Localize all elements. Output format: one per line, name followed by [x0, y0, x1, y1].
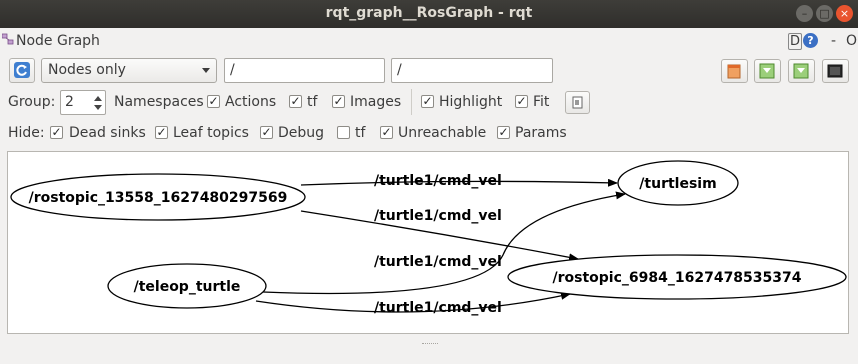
node-label: /rostopic_13558_1627480297569: [29, 190, 288, 206]
ros-graph[interactable]: /turtle1/cmd_vel /turtle1/cmd_vel /turtl…: [8, 152, 848, 333]
graph-canvas[interactable]: /turtle1/cmd_vel /turtle1/cmd_vel /turtl…: [7, 151, 849, 334]
refresh-button[interactable]: [9, 58, 35, 83]
plugin-header: Node Graph D ? - O: [0, 28, 858, 54]
params-checkbox[interactable]: ✓: [497, 126, 510, 139]
minimize-window-icon[interactable]: –: [796, 5, 813, 22]
actions-label: Actions: [225, 94, 277, 110]
node-label: /rostopic_6984_1627478535374: [553, 270, 802, 286]
dead-sinks-checkbox[interactable]: ✓: [50, 126, 63, 139]
hide-tf-label: tf: [355, 125, 366, 141]
resize-grip[interactable]: [422, 343, 438, 347]
leaf-topics-checkbox[interactable]: ✓: [155, 126, 168, 139]
graph-mode-value: Nodes only: [48, 62, 126, 78]
toolbar-divider: [411, 89, 412, 115]
node-label: /teleop_turtle: [134, 279, 241, 295]
window-title-bar: rqt_graph__RosGraph - rqt – □ ×: [0, 0, 858, 28]
leaf-topics-label: Leaf topics: [173, 125, 249, 141]
save-image-icon: [793, 63, 809, 79]
images-checkbox[interactable]: ✓: [332, 95, 345, 108]
node-graph-icon: [2, 33, 14, 45]
tf-checkbox[interactable]: ✓: [289, 95, 302, 108]
node-filter-input[interactable]: /: [224, 58, 385, 83]
save-dot-icon: [759, 63, 775, 79]
debug-checkbox[interactable]: ✓: [260, 126, 273, 139]
node-filter-value: /: [230, 62, 235, 78]
graph-node-turtlesim[interactable]: /turtlesim: [617, 160, 739, 206]
unreachable-checkbox[interactable]: ✓: [380, 126, 393, 139]
plugin-title: Node Graph: [16, 33, 100, 49]
save-image-button[interactable]: [788, 59, 815, 83]
dead-sinks-label: Dead sinks: [69, 125, 146, 141]
graph-node-rostopic-6984[interactable]: /rostopic_6984_1627478535374: [507, 254, 847, 300]
fit-label: Fit: [533, 94, 550, 110]
namespaces-label: Namespaces: [114, 94, 204, 110]
group-value: 2: [65, 94, 74, 110]
close-plugin-button[interactable]: O: [846, 33, 857, 49]
spin-up-icon[interactable]: [94, 96, 102, 101]
images-label: Images: [350, 94, 402, 110]
tf-label: tf: [307, 94, 318, 110]
edge-label: /turtle1/cmd_vel: [374, 300, 502, 316]
graph-mode-select[interactable]: Nodes only: [41, 58, 217, 83]
spin-down-icon[interactable]: [94, 105, 102, 110]
topic-filter-value: /: [397, 62, 402, 78]
node-label: /turtlesim: [639, 176, 716, 192]
save-dot-button[interactable]: [754, 59, 781, 83]
group-spinbox[interactable]: 2: [60, 90, 106, 115]
debug-label: Debug: [278, 125, 325, 141]
edge-label: /turtle1/cmd_vel: [374, 173, 502, 189]
help-icon[interactable]: ?: [803, 33, 818, 48]
minimize-plugin-button[interactable]: -: [831, 33, 836, 49]
highlight-label: Highlight: [439, 94, 503, 110]
open-file-icon: [727, 64, 741, 79]
highlight-checkbox[interactable]: ✓: [421, 95, 434, 108]
graph-node-teleop-turtle[interactable]: /teleop_turtle: [107, 263, 267, 309]
screenshot-button[interactable]: [822, 59, 849, 83]
unreachable-label: Unreachable: [398, 125, 487, 141]
hide-label: Hide:: [8, 125, 45, 141]
graph-node-rostopic-13558[interactable]: /rostopic_13558_1627480297569: [10, 173, 306, 221]
fit-view-icon: [572, 96, 583, 109]
load-dot-button[interactable]: [721, 59, 748, 83]
topic-filter-input[interactable]: /: [391, 58, 553, 83]
edge-label: /turtle1/cmd_vel: [374, 254, 502, 270]
dock-button[interactable]: D: [788, 33, 803, 50]
hide-tf-checkbox[interactable]: [337, 126, 350, 139]
window-title: rqt_graph__RosGraph - rqt: [325, 5, 533, 21]
namespaces-checkbox[interactable]: ✓: [207, 95, 220, 108]
maximize-window-icon[interactable]: □: [816, 5, 833, 22]
fit-checkbox[interactable]: ✓: [515, 95, 528, 108]
screenshot-icon: [827, 64, 843, 78]
close-window-icon[interactable]: ×: [836, 5, 853, 22]
refresh-icon: [14, 62, 30, 78]
params-label: Params: [515, 125, 567, 141]
edge-label: /turtle1/cmd_vel: [374, 208, 502, 224]
fit-in-view-button[interactable]: [565, 91, 590, 114]
chevron-down-icon: [202, 68, 210, 73]
group-label: Group:: [8, 94, 56, 110]
